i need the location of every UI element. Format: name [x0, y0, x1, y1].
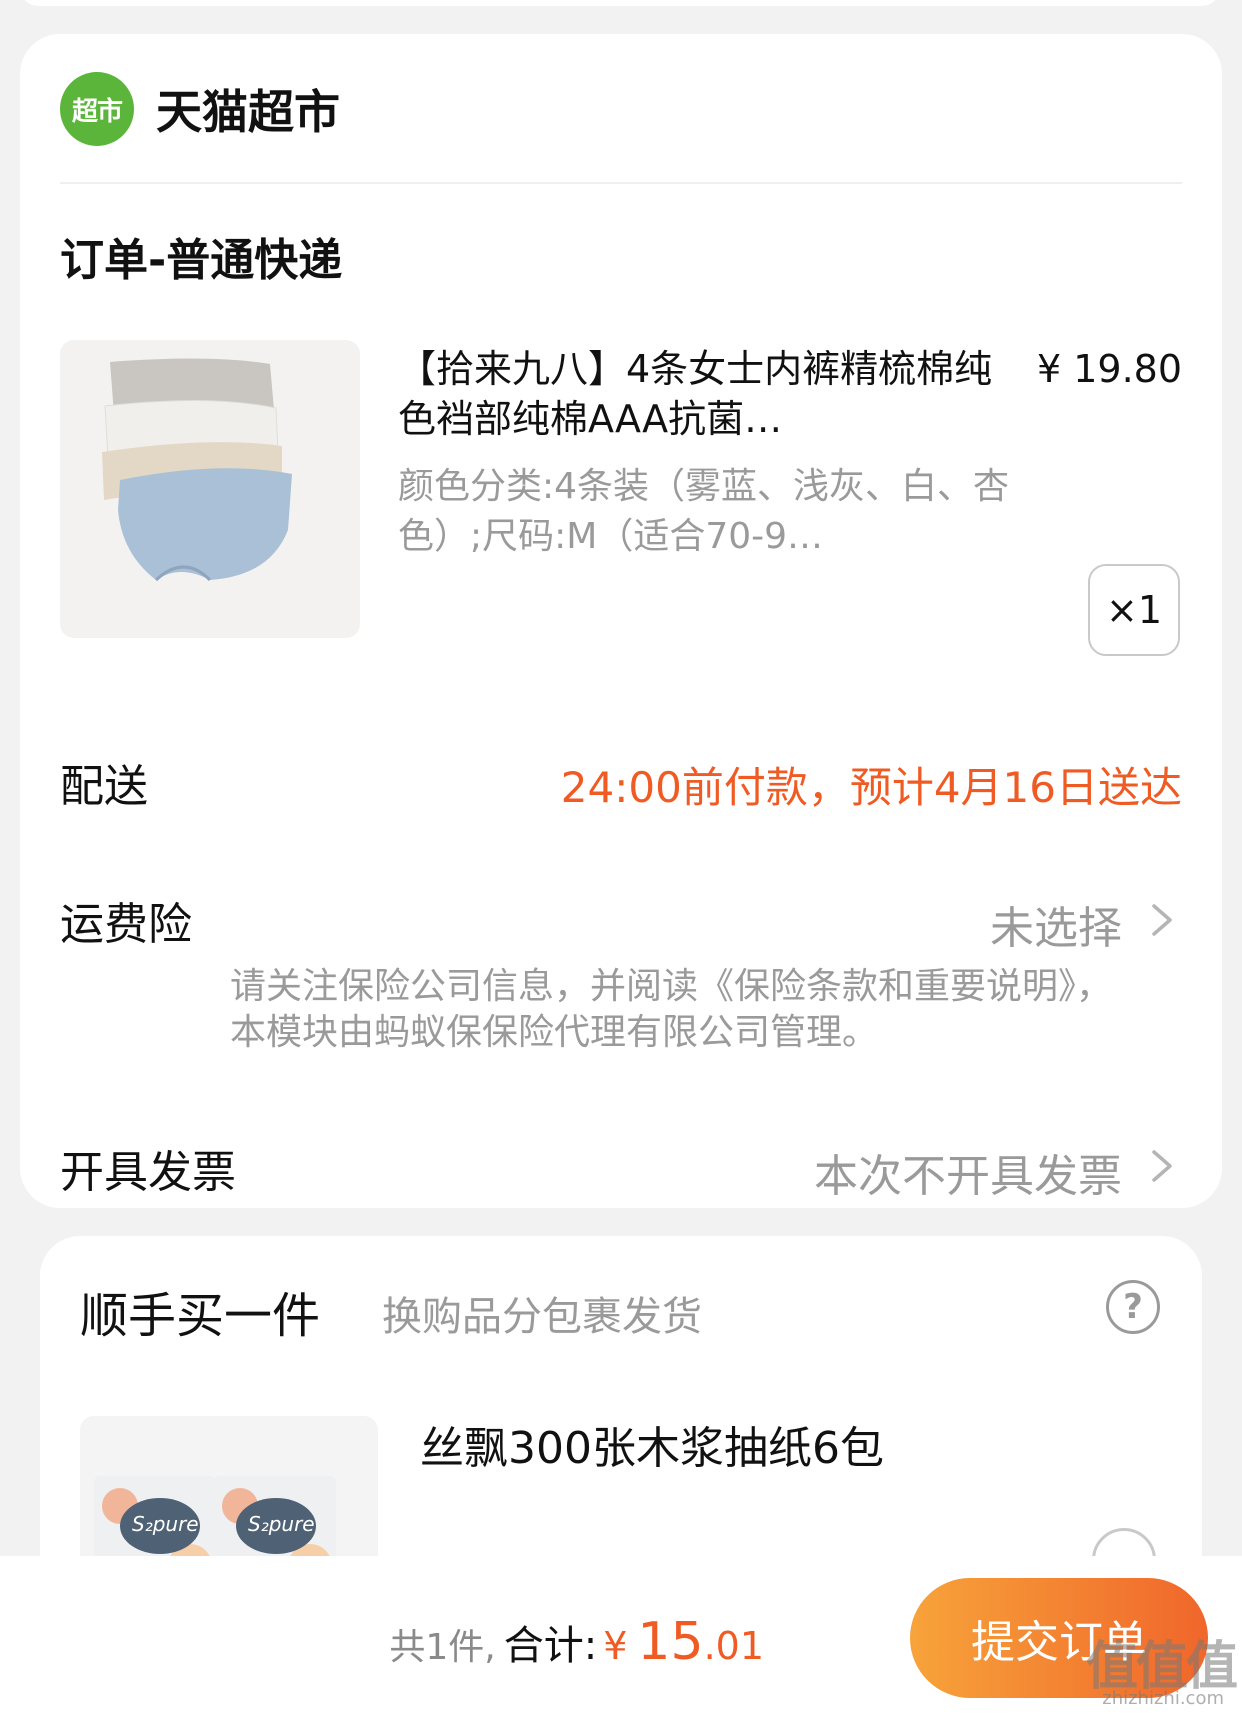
- total-amount-integer: 15: [637, 1612, 704, 1672]
- product-image[interactable]: [60, 340, 360, 638]
- order-card: 超市 天猫超市 订单-普通快递 【拾来九八】4条女士内裤精梳棉纯色裆部纯棉AAA…: [20, 34, 1222, 1208]
- previous-card-edge: [20, 0, 1220, 6]
- chevron-right-icon[interactable]: [1142, 900, 1182, 940]
- tissue-brand-text: S₂pure: [248, 1512, 315, 1536]
- product-spec: 颜色分类:4条装（雾蓝、浅灰、白、杏色）;尺码:M（适合70-9…: [398, 466, 1010, 557]
- item-count: 共1件,: [389, 1627, 496, 1668]
- insurance-value[interactable]: 未选择: [990, 892, 1122, 956]
- product-title[interactable]: 【拾来九八】4条女士内裤精梳棉纯色裆部纯棉AAA抗菌…: [398, 344, 1018, 444]
- store-header[interactable]: 超市 天猫超市: [60, 72, 340, 146]
- tissue-brand-text: S₂pure: [132, 1512, 199, 1536]
- quantity-button[interactable]: ×1: [1088, 564, 1180, 656]
- delivery-label: 配送: [60, 761, 148, 812]
- invoice-label[interactable]: 开具发票: [60, 1136, 236, 1200]
- product-price: ¥ 19.80: [1036, 347, 1182, 391]
- checkout-bar: 共1件, 合计: ¥ 15 .01 提交订单: [0, 1556, 1242, 1716]
- addon-title: 顺手买一件: [80, 1288, 321, 1344]
- invoice-value[interactable]: 本次不开具发票: [814, 1140, 1122, 1204]
- addon-subtitle: 换购品分包裹发货: [382, 1294, 702, 1340]
- insurance-note: 请关注保险公司信息，并阅读《保险条款和重要说明》，本模块由蚂蚁保保险代理有限公司…: [230, 966, 1113, 1053]
- delivery-value: 24:00前付款，预计4月16日送达: [560, 763, 1182, 812]
- addon-item-name[interactable]: 丝飘300张木浆抽纸6包: [420, 1412, 884, 1476]
- order-summary: 共1件, 合计: ¥ 15 .01: [389, 1612, 764, 1672]
- insurance-label[interactable]: 运费险: [60, 888, 192, 952]
- store-name: 天猫超市: [156, 85, 340, 139]
- total-label: 合计:: [503, 1623, 598, 1669]
- currency-symbol: ¥: [603, 1624, 628, 1668]
- underwear-product-icon: [102, 358, 292, 582]
- total-amount-decimal: .01: [703, 1624, 764, 1668]
- watermark-url: zhizhizhi.com: [1102, 1688, 1224, 1709]
- help-icon[interactable]: ?: [1106, 1280, 1160, 1334]
- order-title: 订单-普通快递: [60, 235, 343, 286]
- store-logo-icon: 超市: [60, 72, 134, 146]
- chevron-right-icon[interactable]: [1142, 1146, 1182, 1186]
- divider: [60, 182, 1182, 184]
